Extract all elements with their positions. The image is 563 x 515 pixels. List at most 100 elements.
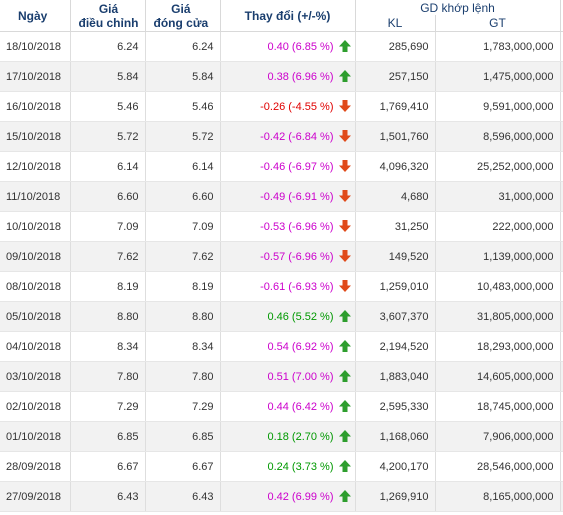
cell-close-price: 5.72 xyxy=(145,121,221,152)
cell-value: 18,745,000,000 xyxy=(435,391,561,422)
cell-change: -0.46 (-6.97 %) xyxy=(220,151,356,182)
change-value: -0.46 (-6.97 %) xyxy=(260,161,334,173)
cell-value: 1,783,000,000 xyxy=(435,31,561,62)
cell-adjusted-price: 7.09 xyxy=(70,211,146,242)
header-change: Thay đổi (+/-%) xyxy=(220,0,356,32)
cell-date: 08/10/2018 xyxy=(0,271,71,302)
cell-change: -0.26 (-4.55 %) xyxy=(220,91,356,122)
arrow-up-icon xyxy=(338,40,351,52)
cell-adjusted-price: 8.34 xyxy=(70,331,146,362)
arrow-down-icon xyxy=(338,250,351,262)
arrow-up-icon xyxy=(338,400,351,412)
cell-volume: 1,883,040 xyxy=(355,361,436,392)
change-value: -0.49 (-6.91 %) xyxy=(260,191,334,203)
price-history-table: Ngày Giá điều chỉnh Giá đóng cửa Thay đổi … xyxy=(0,0,563,512)
cell-adjusted-price: 5.84 xyxy=(70,61,146,92)
cell-adjusted-price: 5.72 xyxy=(70,121,146,152)
arrow-down-icon xyxy=(338,130,351,142)
cell-date: 12/10/2018 xyxy=(0,151,71,182)
table-header: Ngày Giá điều chỉnh Giá đóng cửa Thay đổi … xyxy=(0,0,563,33)
cell-change: -0.61 (-6.93 %) xyxy=(220,271,356,302)
cell-value: 10,483,000,000 xyxy=(435,271,561,302)
cell-close-price: 7.62 xyxy=(145,241,221,272)
header-close-price-line1: Giá xyxy=(171,1,191,16)
change-value: -0.57 (-6.96 %) xyxy=(260,251,334,263)
header-value: GT xyxy=(435,15,561,33)
cell-date: 03/10/2018 xyxy=(0,361,71,392)
cell-date: 02/10/2018 xyxy=(0,391,71,422)
table-row: 27/09/2018 6.43 6.43 0.42 (6.99 %) 1,269… xyxy=(0,481,563,512)
arrow-up-icon xyxy=(338,310,351,322)
table-row: 28/09/2018 6.67 6.67 0.24 (3.73 %) 4,200… xyxy=(0,451,563,482)
cell-date: 27/09/2018 xyxy=(0,481,71,512)
cell-value: 8,596,000,000 xyxy=(435,121,561,152)
cell-value: 31,805,000,000 xyxy=(435,301,561,332)
cell-change: -0.53 (-6.96 %) xyxy=(220,211,356,242)
cell-adjusted-price: 8.19 xyxy=(70,271,146,302)
cell-change: 0.18 (2.70 %) xyxy=(220,421,356,452)
cell-adjusted-price: 6.43 xyxy=(70,481,146,512)
cell-adjusted-price: 7.62 xyxy=(70,241,146,272)
cell-close-price: 5.84 xyxy=(145,61,221,92)
cell-volume: 1,269,910 xyxy=(355,481,436,512)
header-volume: KL xyxy=(355,15,436,33)
arrow-up-icon xyxy=(338,490,351,502)
arrow-up-icon xyxy=(338,70,351,82)
cell-volume: 257,150 xyxy=(355,61,436,92)
cell-change: -0.42 (-6.84 %) xyxy=(220,121,356,152)
table-row: 05/10/2018 8.80 8.80 0.46 (5.52 %) 3,607… xyxy=(0,301,563,332)
cell-close-price: 8.34 xyxy=(145,331,221,362)
cell-value: 1,139,000,000 xyxy=(435,241,561,272)
arrow-down-icon xyxy=(338,190,351,202)
header-close-price: Giá đóng cửa xyxy=(145,0,221,32)
table-row: 02/10/2018 7.29 7.29 0.44 (6.42 %) 2,595… xyxy=(0,391,563,422)
cell-change: -0.57 (-6.96 %) xyxy=(220,241,356,272)
change-value: -0.42 (-6.84 %) xyxy=(260,131,334,143)
cell-value: 28,546,000,000 xyxy=(435,451,561,482)
table-row: 18/10/2018 6.24 6.24 0.40 (6.85 %) 285,6… xyxy=(0,31,563,62)
cell-adjusted-price: 7.29 xyxy=(70,391,146,422)
cell-close-price: 6.24 xyxy=(145,31,221,62)
cell-date: 01/10/2018 xyxy=(0,421,71,452)
cell-close-price: 6.14 xyxy=(145,151,221,182)
cell-value: 222,000,000 xyxy=(435,211,561,242)
table-row: 16/10/2018 5.46 5.46 -0.26 (-4.55 %) 1,7… xyxy=(0,91,563,122)
cell-date: 16/10/2018 xyxy=(0,91,71,122)
cell-close-price: 6.60 xyxy=(145,181,221,212)
table-row: 15/10/2018 5.72 5.72 -0.42 (-6.84 %) 1,5… xyxy=(0,121,563,152)
table-row: 09/10/2018 7.62 7.62 -0.57 (-6.96 %) 149… xyxy=(0,241,563,272)
arrow-down-icon xyxy=(338,160,351,172)
cell-value: 18,293,000,000 xyxy=(435,331,561,362)
cell-value: 14,605,000,000 xyxy=(435,361,561,392)
cell-volume: 1,168,060 xyxy=(355,421,436,452)
cell-volume: 1,259,010 xyxy=(355,271,436,302)
header-date: Ngày xyxy=(0,0,71,32)
cell-volume: 4,680 xyxy=(355,181,436,212)
cell-date: 18/10/2018 xyxy=(0,31,71,62)
cell-date: 10/10/2018 xyxy=(0,211,71,242)
cell-adjusted-price: 7.80 xyxy=(70,361,146,392)
cell-volume: 149,520 xyxy=(355,241,436,272)
change-value: -0.61 (-6.93 %) xyxy=(260,281,334,293)
cell-date: 04/10/2018 xyxy=(0,331,71,362)
table-row: 17/10/2018 5.84 5.84 0.38 (6.96 %) 257,1… xyxy=(0,61,563,92)
cell-volume: 285,690 xyxy=(355,31,436,62)
cell-close-price: 6.85 xyxy=(145,421,221,452)
change-value: 0.44 (6.42 %) xyxy=(267,401,334,413)
cell-change: 0.54 (6.92 %) xyxy=(220,331,356,362)
change-value: 0.54 (6.92 %) xyxy=(267,341,334,353)
table-row: 08/10/2018 8.19 8.19 -0.61 (-6.93 %) 1,2… xyxy=(0,271,563,302)
cell-adjusted-price: 6.14 xyxy=(70,151,146,182)
cell-date: 11/10/2018 xyxy=(0,181,71,212)
cell-date: 15/10/2018 xyxy=(0,121,71,152)
header-adjusted-price-line1: Giá xyxy=(98,1,119,16)
cell-adjusted-price: 8.80 xyxy=(70,301,146,332)
header-close-price-line2: đóng cửa xyxy=(153,15,209,30)
cell-value: 8,165,000,000 xyxy=(435,481,561,512)
cell-value: 25,252,000,000 xyxy=(435,151,561,182)
header-adjusted-price-line2: điều chỉnh xyxy=(78,15,139,30)
cell-date: 05/10/2018 xyxy=(0,301,71,332)
header-matched-trading: GD khớp lệnh xyxy=(355,0,561,16)
change-value: 0.24 (3.73 %) xyxy=(267,461,334,473)
cell-value: 1,475,000,000 xyxy=(435,61,561,92)
